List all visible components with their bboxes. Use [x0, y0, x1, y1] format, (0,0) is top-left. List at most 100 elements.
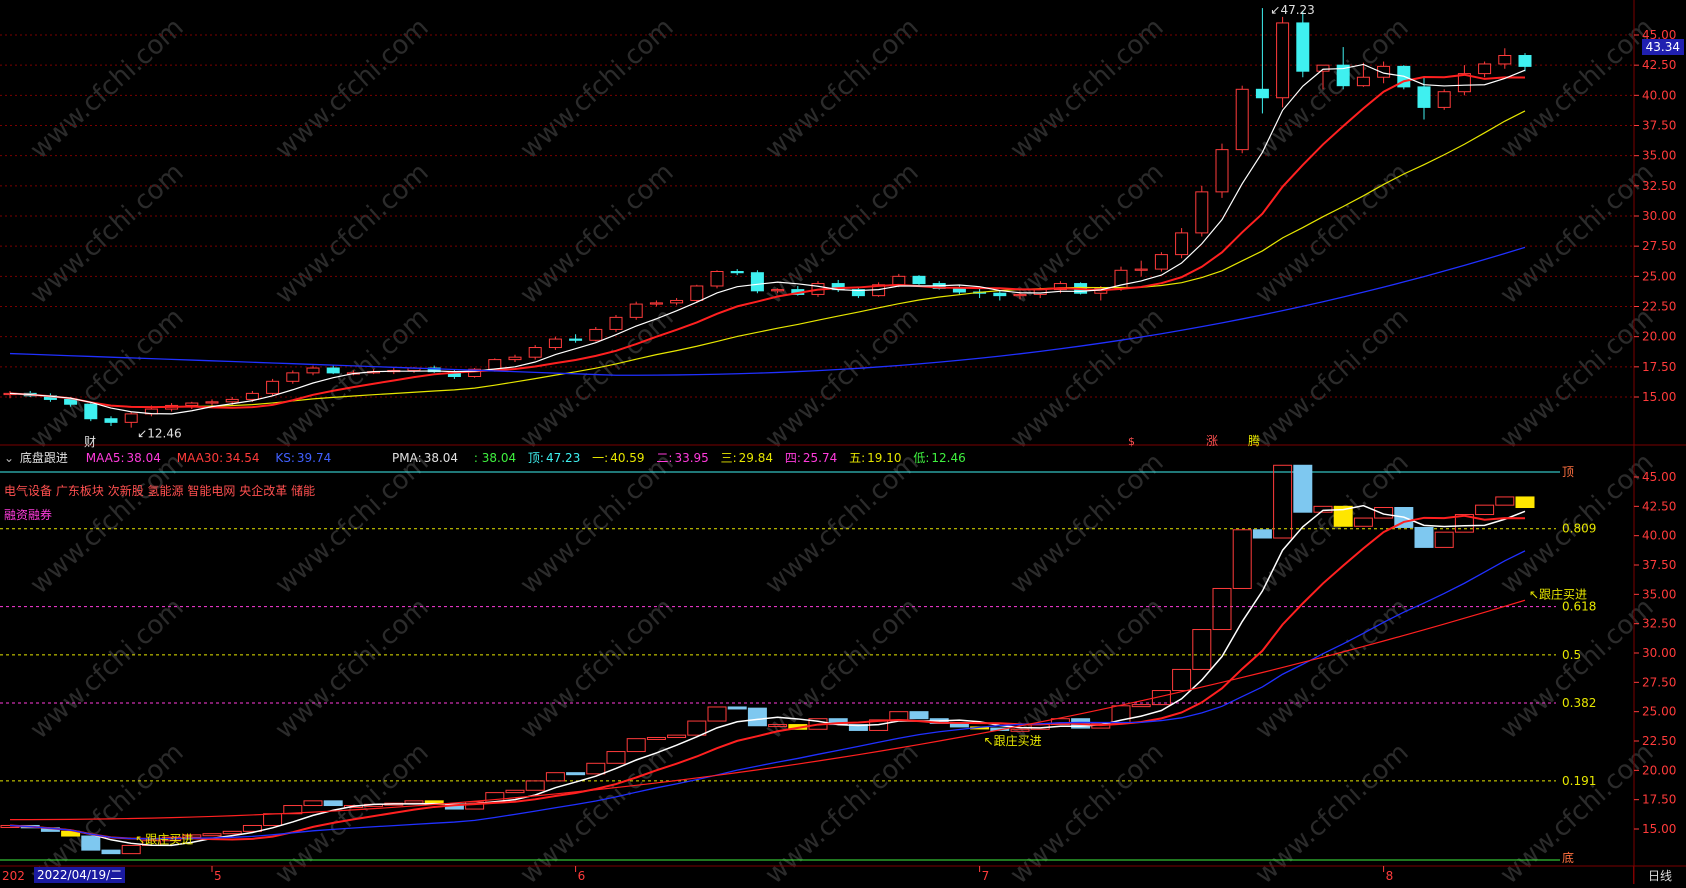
candle-body-up — [1356, 76, 1370, 87]
level2-value: 33.95 — [674, 451, 709, 465]
indicator-box-up — [505, 789, 525, 794]
indicator-box-up — [525, 780, 545, 791]
indicator-box-up — [303, 800, 323, 807]
candle-body-down — [1417, 86, 1431, 108]
indicator-box-down — [949, 722, 969, 728]
sector-tag[interactable]: 广东板块 — [56, 484, 104, 498]
fib-level-label: 0.191 — [1562, 774, 1596, 788]
sector-tag[interactable]: 电气设备 — [4, 484, 52, 498]
level2-label: 二: — [656, 451, 673, 465]
candle-body-up — [528, 347, 542, 358]
candle-body-up — [1316, 64, 1330, 72]
top-value: 47.23 — [545, 451, 581, 465]
high-price-label: ↙47.23 — [1270, 3, 1314, 17]
tab-daily[interactable]: 日线 — [1633, 866, 1686, 884]
watermark-text: www.cfchi.com — [1250, 447, 1415, 600]
top-price-label: 27.50 — [1642, 239, 1676, 253]
current-price-box: 43.34 — [1641, 39, 1684, 55]
indicator-box-up — [1232, 529, 1252, 589]
level4-value: 25.74 — [802, 451, 838, 465]
sector-tag[interactable]: 储能 — [291, 484, 315, 498]
level5-value: 19.10 — [867, 451, 902, 465]
bottom-price-label: 30.00 — [1642, 646, 1676, 660]
indicator-box-up — [263, 813, 283, 826]
candle-body-up — [1478, 63, 1492, 75]
candle-body-down — [750, 272, 764, 292]
top-price-label: 17.50 — [1642, 360, 1676, 374]
sector-tag[interactable]: 智能电网 — [187, 484, 235, 498]
indicator-box-up — [687, 720, 707, 736]
watermark-text: www.cfchi.com — [1495, 592, 1660, 745]
top-candles — [3, 8, 1532, 428]
pma-value: 38.04 — [423, 451, 459, 465]
candle-body-up — [629, 303, 643, 318]
indicator-box-up — [1475, 504, 1495, 516]
candle-body-up — [488, 359, 502, 370]
low-label: 低: — [913, 451, 930, 465]
watermark-text: www.cfchi.com — [1250, 302, 1415, 455]
indicator-box-down — [1414, 526, 1434, 548]
watermark-text: www.cfchi.com — [515, 592, 680, 745]
indicator-box-down — [727, 706, 747, 710]
watermark-text: www.cfchi.com — [25, 737, 190, 884]
candle-body-up — [1154, 254, 1168, 270]
top-price-label: 30.00 — [1642, 209, 1676, 223]
bottom-price-label: 17.50 — [1642, 793, 1676, 807]
xaxis-tick-label: 5 — [214, 869, 222, 883]
candle-body-down — [1518, 55, 1532, 67]
candle-body-up — [1013, 293, 1027, 297]
candle-body-up — [892, 275, 906, 286]
indicator-box-up — [646, 736, 666, 740]
margin-tag[interactable]: 融资融券 — [4, 506, 52, 523]
bottom-price-label: 37.50 — [1642, 558, 1676, 572]
candle-body-down — [1255, 88, 1269, 99]
candle-body-up — [508, 356, 522, 361]
level5-label: 五: — [849, 451, 866, 465]
candle-body-up — [185, 402, 199, 406]
ks-value: 39.74 — [296, 451, 332, 465]
sector-tag[interactable]: 央企改革 — [239, 484, 287, 498]
candle-body-up — [548, 338, 562, 349]
candle-body-up — [710, 271, 724, 287]
fib-level-label: 0.618 — [1562, 600, 1596, 614]
xaxis-start-label: 202 — [2, 869, 25, 883]
bottom-price-label: 32.50 — [1642, 617, 1676, 631]
xaxis-tick-label: 6 — [578, 869, 586, 883]
indicator-box-up — [1273, 464, 1293, 539]
maa30-value: 34.54 — [225, 451, 260, 465]
candle-body-up — [306, 367, 320, 374]
candle-body-up — [1276, 22, 1290, 99]
indicator-box-up — [202, 833, 222, 837]
top-price-label: 37.50 — [1642, 119, 1676, 133]
indicator-box-up — [1172, 668, 1192, 692]
candle-body-up — [649, 302, 663, 305]
marker-dollar: $ — [1128, 435, 1135, 448]
bottom-price-label: 15.00 — [1642, 822, 1676, 836]
watermark-text: www.cfchi.com — [1250, 157, 1415, 310]
watermark-text: www.cfchi.com — [515, 447, 680, 600]
candle-body-up — [266, 380, 280, 394]
watermark-text: www.cfchi.com — [1250, 592, 1415, 745]
watermark-text: www.cfchi.com — [760, 447, 925, 600]
sector-tag[interactable]: 氢能源 — [148, 484, 184, 498]
indicator-menu-icon[interactable]: ⌄ — [4, 451, 14, 465]
indicator-box-up — [1374, 507, 1394, 519]
indicator-box-up — [667, 734, 687, 738]
maa30-label: MAA30: — [176, 451, 224, 465]
marker-cai: 财 — [84, 435, 96, 449]
indicator-box-down — [81, 835, 101, 851]
maa5-value: 38.04 — [126, 451, 161, 465]
colon-value: : 38.04 — [473, 451, 517, 465]
watermark-text: www.cfchi.com — [1250, 737, 1415, 884]
level1-label: 一: — [592, 451, 609, 465]
candle-body-up — [1498, 55, 1512, 65]
marker-teng: 腾 — [1248, 433, 1260, 448]
bottom-price-label: 45.00 — [1642, 470, 1676, 484]
fib-level-label: 0.382 — [1562, 696, 1596, 710]
sector-tag[interactable]: 次新股 — [108, 484, 144, 498]
top-tag: 顶 — [1562, 465, 1574, 479]
candle-body-down — [730, 271, 744, 274]
watermark-text: www.cfchi.com — [515, 157, 680, 310]
selected-date: 2022/04/19/二 — [34, 867, 126, 883]
indicator-name[interactable]: 底盘跟进 — [20, 451, 68, 465]
